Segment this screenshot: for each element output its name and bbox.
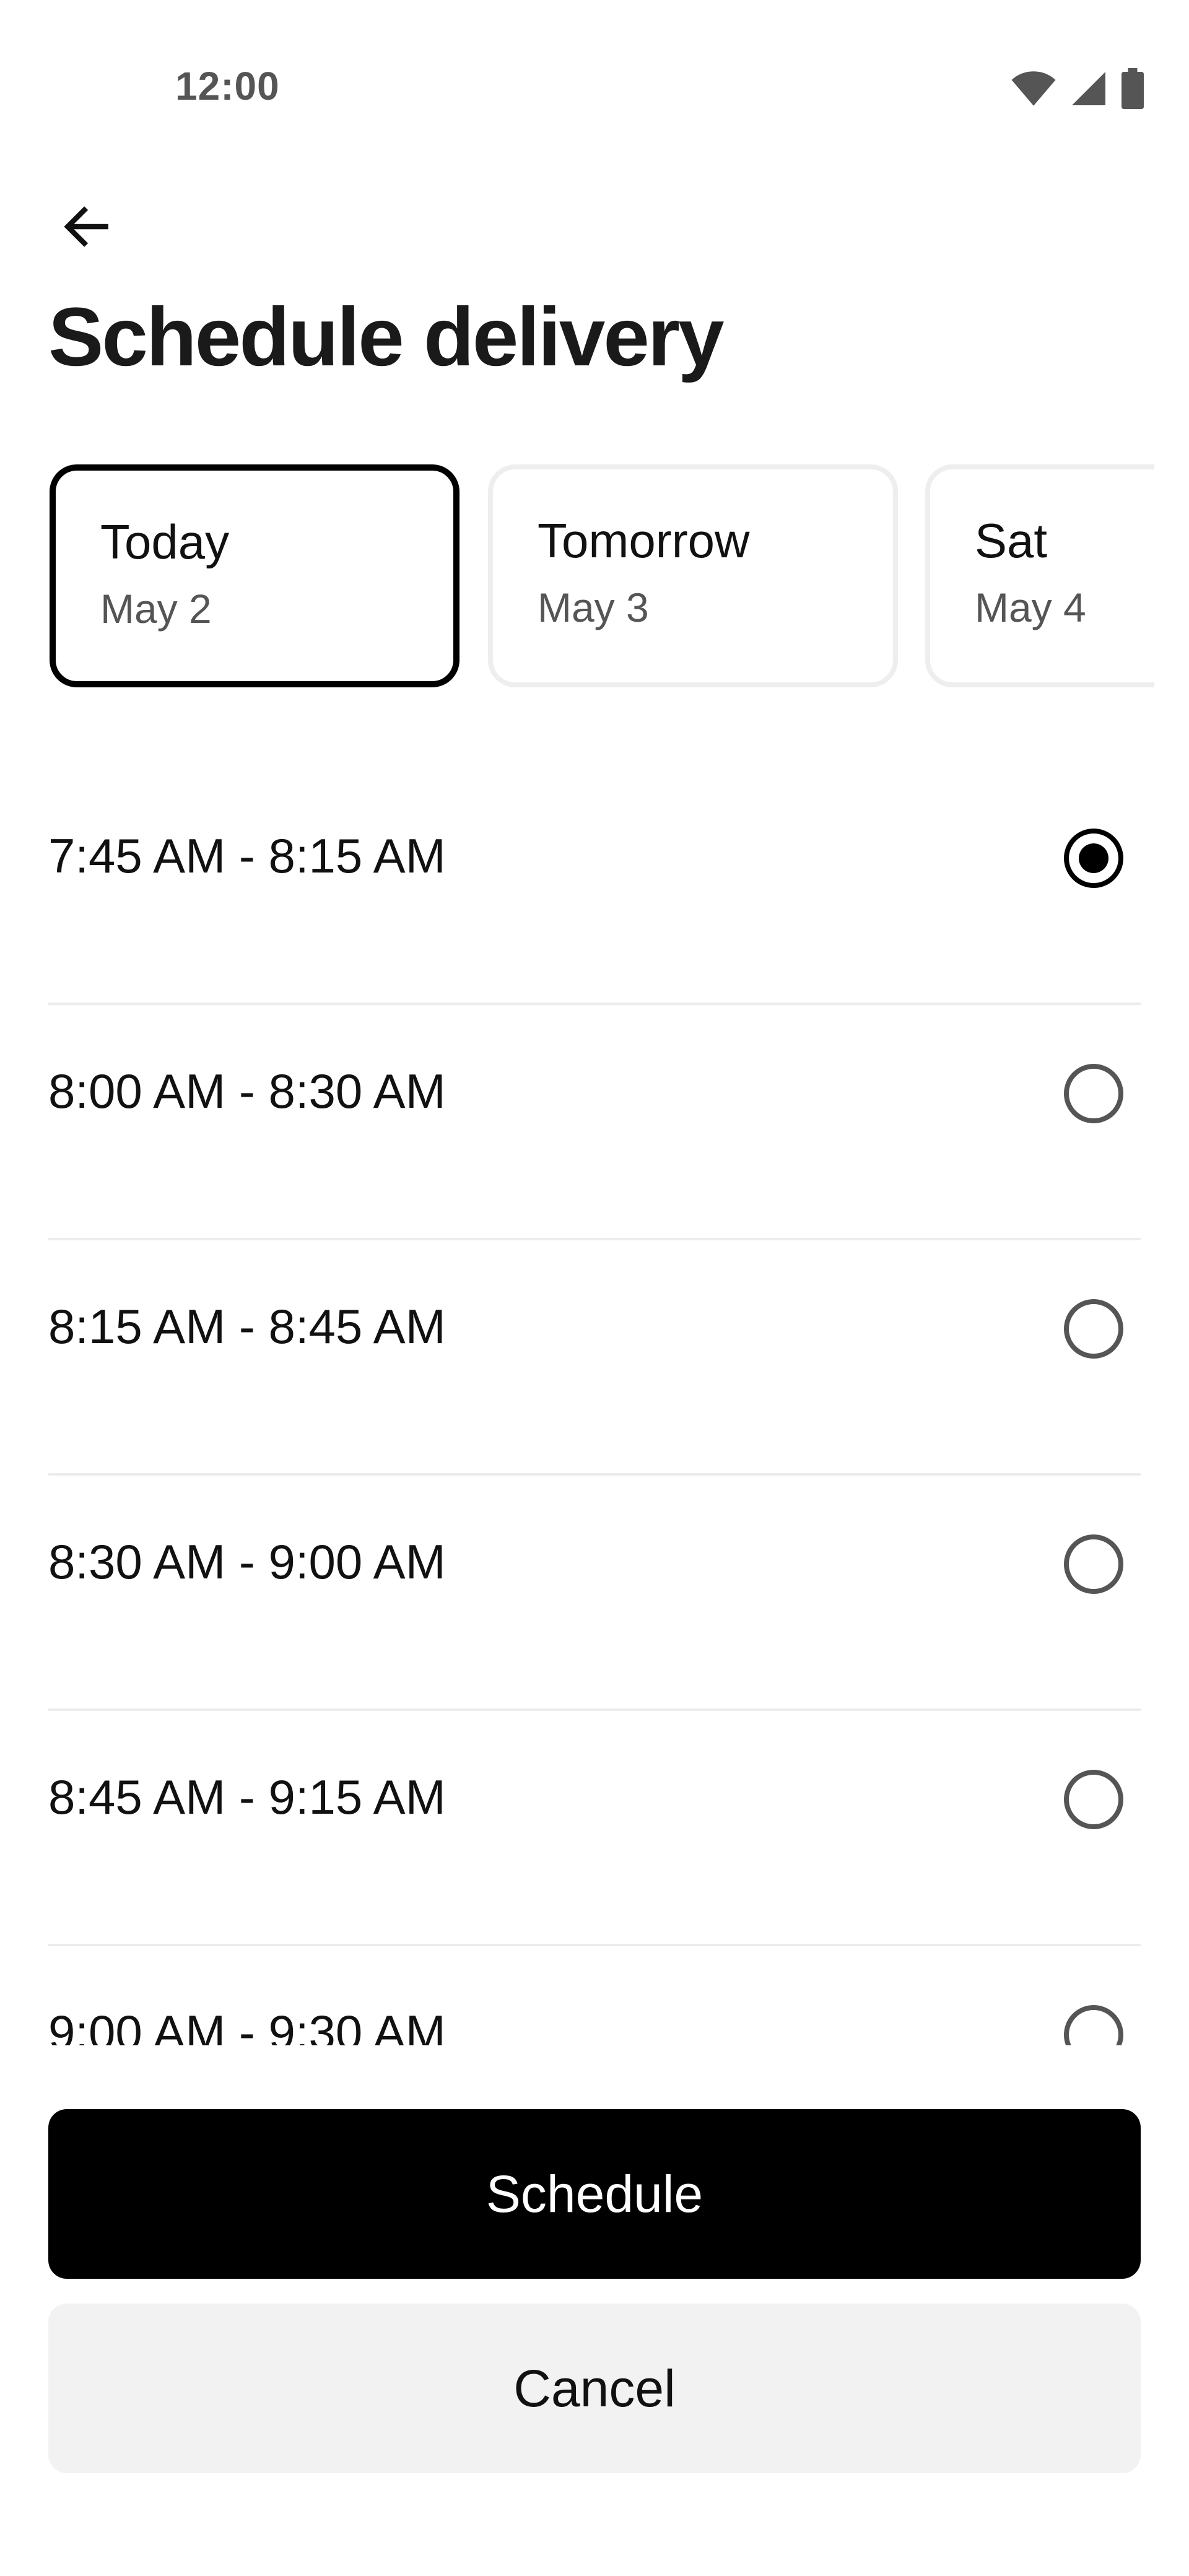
time-slot-row[interactable]: 9:00 AM - 9:30 AM (48, 1946, 1141, 2045)
status-bar: 12:00 (0, 0, 1189, 155)
wifi-icon (1011, 71, 1056, 106)
radio-button[interactable] (1064, 1299, 1123, 1359)
page-title: Schedule delivery (48, 291, 725, 383)
schedule-delivery-screen: 12:00 Schedule delivery Today May 2 Tomo… (0, 0, 1189, 2576)
time-slot-row[interactable]: 8:15 AM - 8:45 AM (48, 1240, 1141, 1476)
time-slot-row[interactable]: 7:45 AM - 8:15 AM (48, 770, 1141, 1005)
date-chip-day: Sat (975, 513, 1048, 568)
time-slot-row[interactable]: 8:00 AM - 8:30 AM (48, 1005, 1141, 1240)
radio-button[interactable] (1064, 2005, 1123, 2045)
radio-button[interactable] (1064, 1064, 1123, 1123)
radio-button-selected[interactable] (1064, 829, 1123, 888)
time-slot-label: 8:15 AM - 8:45 AM (48, 1299, 446, 1354)
date-chip-date: May 3 (538, 585, 649, 630)
status-icons (1011, 68, 1144, 109)
radio-button[interactable] (1064, 1770, 1123, 1829)
date-chip-day: Today (100, 515, 230, 569)
date-chip-sat[interactable]: Sat May 4 (925, 464, 1154, 687)
date-selector: Today May 2 Tomorrow May 3 Sat May 4 (0, 464, 1154, 689)
time-slot-list[interactable]: 7:45 AM - 8:15 AM 8:00 AM - 8:30 AM 8:15… (48, 770, 1141, 2045)
date-chip-day: Tomorrow (538, 513, 750, 568)
time-slot-label: 8:45 AM - 9:15 AM (48, 1770, 446, 1824)
date-chip-date: May 2 (100, 586, 212, 632)
cancel-button[interactable]: Cancel (48, 2304, 1141, 2473)
cellular-signal-icon (1072, 72, 1105, 105)
radio-button[interactable] (1064, 1534, 1123, 1594)
time-slot-row[interactable]: 8:45 AM - 9:15 AM (48, 1711, 1141, 1946)
back-button[interactable] (43, 183, 130, 270)
battery-icon (1121, 68, 1144, 109)
schedule-button[interactable]: Schedule (48, 2109, 1141, 2279)
status-time: 12:00 (175, 64, 280, 108)
date-chip-today[interactable]: Today May 2 (50, 464, 459, 687)
time-slot-label: 9:00 AM - 9:30 AM (48, 2005, 446, 2045)
time-slot-label: 8:30 AM - 9:00 AM (48, 1534, 446, 1589)
arrow-left-icon (64, 206, 108, 247)
time-slot-row[interactable]: 8:30 AM - 9:00 AM (48, 1476, 1141, 1711)
date-chip-tomorrow[interactable]: Tomorrow May 3 (488, 464, 898, 687)
date-chip-date: May 4 (975, 585, 1086, 630)
time-slot-label: 7:45 AM - 8:15 AM (48, 829, 446, 883)
time-slot-label: 8:00 AM - 8:30 AM (48, 1064, 446, 1118)
